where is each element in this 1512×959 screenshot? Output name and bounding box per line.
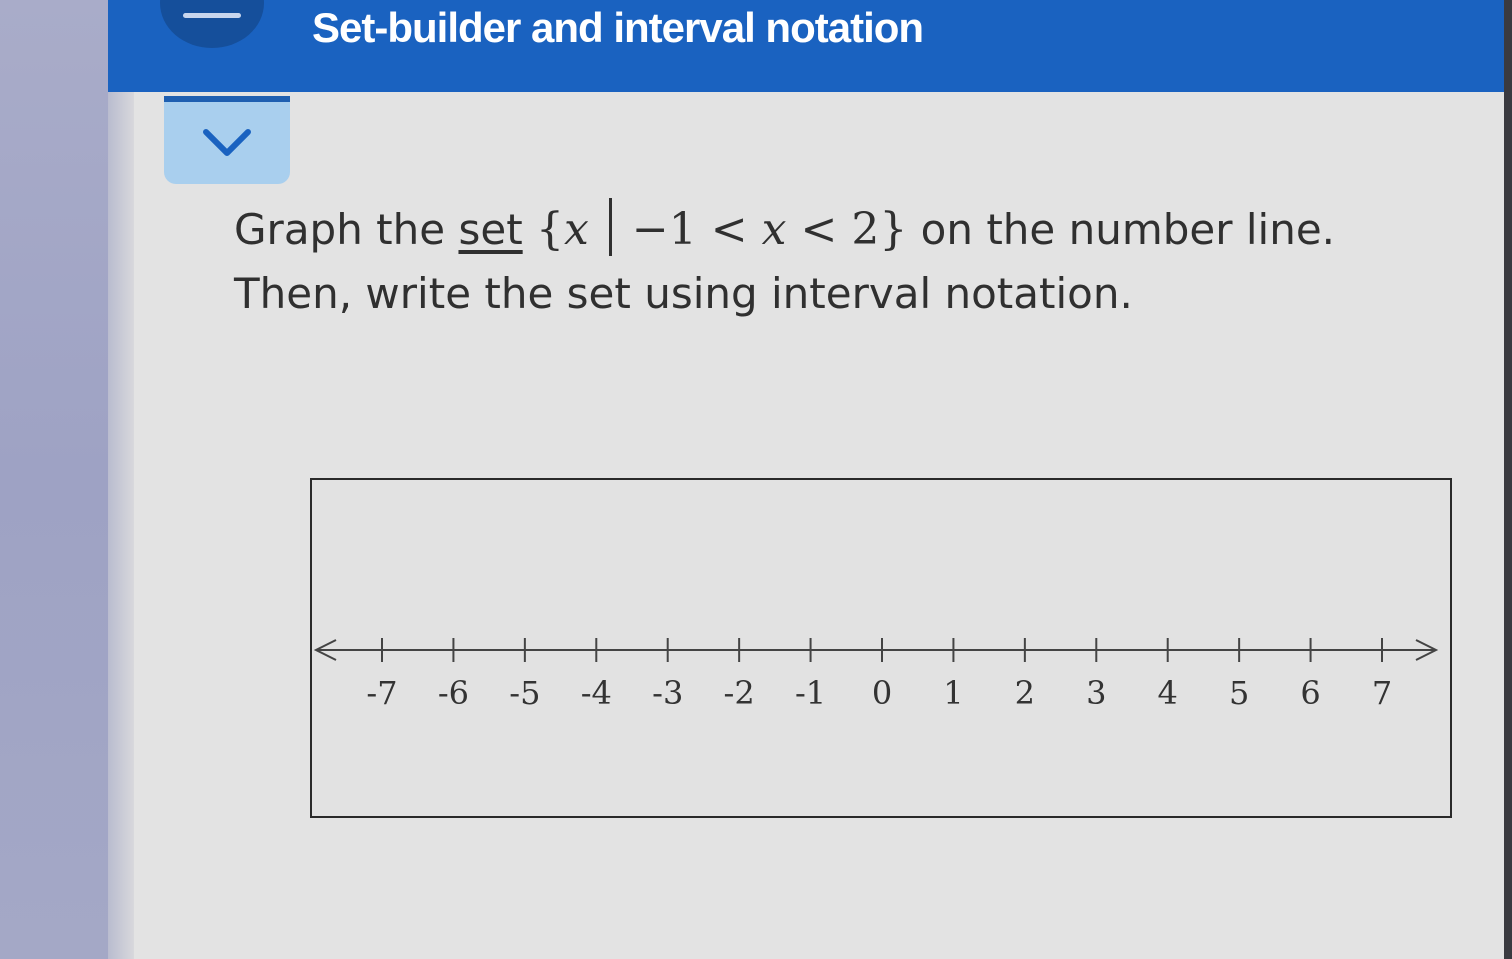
tick-label--5: -5 — [509, 674, 540, 712]
tick-label--7: -7 — [366, 674, 397, 712]
tick-label-6: 6 — [1300, 674, 1320, 712]
question-text: Graph the set {x −1 < x < 2} on the numbe… — [234, 198, 1335, 326]
lower-bound: −1 — [631, 204, 697, 255]
tick-label-3: 3 — [1086, 674, 1106, 712]
close-brace: } — [879, 204, 908, 255]
collapse-toggle-button[interactable] — [164, 96, 290, 184]
tick-label--3: -3 — [652, 674, 683, 712]
tick-label--6: -6 — [438, 674, 469, 712]
tick-label--2: -2 — [724, 674, 755, 712]
page-title: Set-builder and interval notation — [312, 4, 924, 51]
number-line-graph[interactable]: -7 -6 -5 -4 -3 -2 -1 0 1 2 3 4 5 6 7 — [310, 478, 1452, 818]
question-prefix: Graph the — [234, 205, 459, 254]
open-brace: { — [536, 204, 565, 255]
less-than-2: < — [800, 204, 838, 255]
tick-label--1: -1 — [795, 674, 826, 712]
question-suffix: on the number line. — [907, 205, 1336, 254]
upper-bound: 2 — [851, 204, 880, 255]
set-builder-expression: {x −1 < x < 2} — [536, 198, 908, 256]
tick-label-5: 5 — [1229, 674, 1249, 712]
question-line-1: Graph the set {x −1 < x < 2} on the numbe… — [234, 198, 1335, 262]
tick-label-2: 2 — [1015, 674, 1035, 712]
left-edge-background — [0, 0, 108, 959]
tick-label--4: -4 — [581, 674, 612, 712]
tick-label-4: 4 — [1158, 674, 1178, 712]
less-than-1: < — [710, 204, 748, 255]
such-that-bar — [608, 198, 612, 256]
variable-x-2: x — [761, 204, 787, 255]
set-definition-link[interactable]: set — [458, 205, 522, 254]
number-line-svg[interactable]: -7 -6 -5 -4 -3 -2 -1 0 1 2 3 4 5 6 7 — [312, 480, 1450, 816]
variable-x: x — [564, 204, 589, 255]
tick-label-0: 0 — [872, 674, 892, 712]
page-shadow — [108, 92, 134, 959]
screen-bezel — [1504, 0, 1512, 959]
menu-dash-icon — [183, 13, 241, 18]
question-line-2: Then, write the set using interval notat… — [234, 269, 1133, 318]
tick-label-7: 7 — [1372, 674, 1392, 712]
tick-label-1: 1 — [943, 674, 963, 712]
chevron-down-icon — [203, 129, 251, 156]
